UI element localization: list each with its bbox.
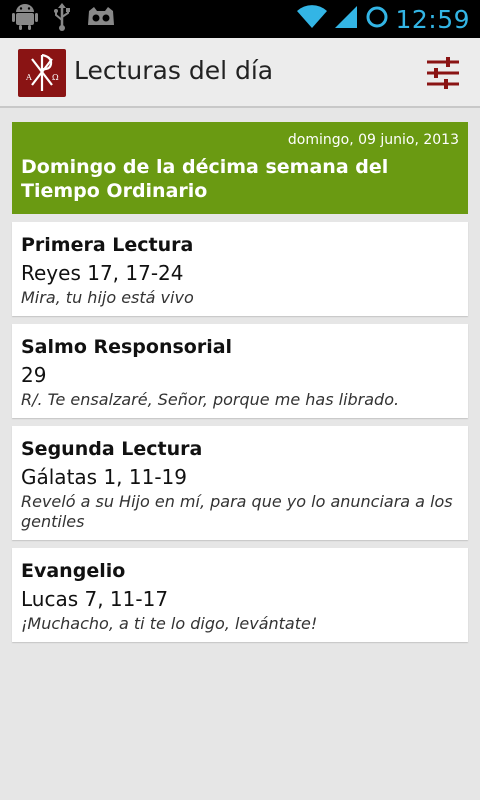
app-title: Lecturas del día <box>74 56 274 85</box>
svg-text:A: A <box>25 73 32 82</box>
reading-quote: ¡Muchacho, a ti te lo digo, levántate! <box>21 614 318 633</box>
reading-reference: 29 <box>21 363 47 387</box>
svg-text:Ω: Ω <box>52 73 59 82</box>
usb-icon <box>52 3 72 35</box>
battery-icon <box>365 4 389 34</box>
reading-quote: Mira, tu hijo está vivo <box>21 288 194 307</box>
action-bar: A Ω Lecturas del día <box>0 38 480 108</box>
reading-reference: Gálatas 1, 11-19 <box>21 465 187 489</box>
reading-card-evangelio[interactable]: Evangelio Lucas 7, 11-17 ¡Muchacho, a ti… <box>12 548 468 642</box>
header-title: Domingo de la décima semana del Tiempo O… <box>21 156 389 202</box>
clock: 12:59 <box>395 4 470 34</box>
chi-rho-logo-icon[interactable]: A Ω <box>18 49 66 97</box>
reading-card-salmo-responsorial[interactable]: Salmo Responsorial 29 R/. Te ensalzaré, … <box>12 324 468 418</box>
wifi-icon <box>297 4 328 34</box>
gamepad-icon <box>86 3 116 35</box>
reading-title: Evangelio <box>21 560 126 582</box>
settings-button[interactable] <box>418 48 468 98</box>
header-date: domingo, 09 junio, 2013 <box>287 132 459 148</box>
reading-card-segunda-lectura[interactable]: Segunda Lectura Gálatas 1, 11-19 Reveló … <box>12 426 468 540</box>
android-icon <box>12 3 38 35</box>
reading-reference: Reyes 17, 17-24 <box>21 261 184 285</box>
sliders-icon <box>418 57 468 102</box>
reading-quote: Reveló a su Hijo en mí, para que yo lo a… <box>21 492 453 531</box>
status-bar: 12:59 <box>0 0 480 38</box>
reading-card-primera-lectura[interactable]: Primera Lectura Reyes 17, 17-24 Mira, tu… <box>12 222 468 316</box>
signal-icon <box>333 4 359 34</box>
reading-title: Segunda Lectura <box>21 438 203 460</box>
day-header-card[interactable]: domingo, 09 junio, 2013 Domingo de la dé… <box>12 122 468 214</box>
reading-reference: Lucas 7, 11-17 <box>21 587 169 611</box>
notification-icons <box>12 3 116 35</box>
readings-list: domingo, 09 junio, 2013 Domingo de la dé… <box>12 122 468 642</box>
reading-quote: R/. Te ensalzaré, Señor, porque me has l… <box>21 390 400 409</box>
reading-title: Salmo Responsorial <box>21 336 233 358</box>
reading-title: Primera Lectura <box>21 234 194 256</box>
system-icons: 12:59 <box>297 0 470 38</box>
